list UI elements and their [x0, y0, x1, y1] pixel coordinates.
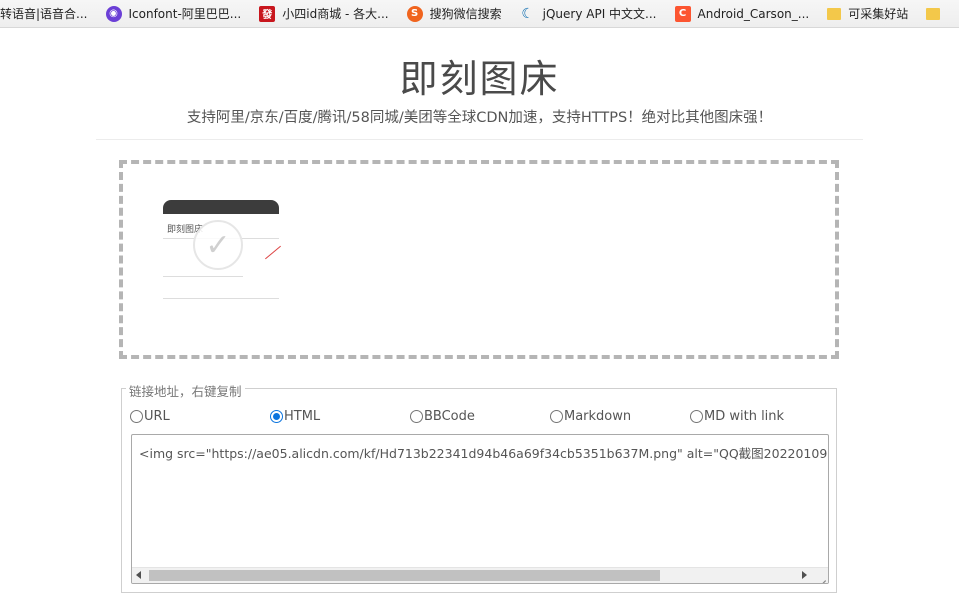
- bookmark-label: 转语音|语音合...: [0, 7, 88, 21]
- format-label: Markdown: [564, 409, 632, 424]
- radio-indicator[interactable]: [270, 410, 283, 423]
- upload-success-check-icon: ✓: [193, 220, 243, 270]
- link-output-textarea[interactable]: <img src="https://ae05.alicdn.com/kf/Hd7…: [131, 434, 829, 584]
- format-radio-markdown[interactable]: Markdown: [550, 409, 631, 424]
- format-radio-html[interactable]: HTML: [270, 409, 320, 424]
- resize-handle-icon[interactable]: [814, 569, 828, 583]
- scroll-left-icon[interactable]: [136, 571, 141, 579]
- format-radio-url[interactable]: URL: [130, 409, 170, 424]
- iconfont-icon: ◉: [105, 5, 122, 22]
- format-options: URL HTML BBCode Markdown MD with link: [130, 409, 830, 427]
- radio-indicator[interactable]: [410, 410, 423, 423]
- bookmark-item[interactable]: ☾ jQuery API 中文文...: [520, 0, 657, 27]
- bookmark-item[interactable]: ◉ Iconfont-阿里巴巴...: [105, 0, 242, 27]
- radio-indicator[interactable]: [690, 410, 703, 423]
- jquery-icon: ☾: [521, 5, 534, 22]
- divider: [96, 139, 863, 140]
- format-label: URL: [144, 409, 170, 424]
- page-subtitle: 支持阿里/京东/百度/腾讯/58同城/美团等全球CDN加速，支持HTTPS！绝对…: [186, 110, 773, 126]
- bookmark-label: 搜狗微信搜索: [429, 7, 502, 21]
- bookmark-label: Android_Carson_...: [697, 6, 810, 21]
- format-radio-bbcode[interactable]: BBCode: [410, 409, 475, 424]
- bookmark-label: 小四id商城 - 各大...: [282, 7, 389, 21]
- bookmark-label: Iconfont-阿里巴巴...: [128, 7, 242, 21]
- bookmark-folder[interactable]: 可采集好站: [827, 0, 909, 27]
- link-output-group: 链接地址，右键复制 URL HTML BBCode Markdown MD wi…: [121, 381, 837, 593]
- bookmarks-bar: 转语音|语音合... ◉ Iconfont-阿里巴巴... 發 小四id商城 -…: [0, 0, 959, 28]
- thumbnail-browser-bar: [163, 200, 279, 214]
- link-group-legend: 链接地址，右键复制: [126, 381, 245, 400]
- format-label: MD with link: [704, 409, 785, 424]
- bookmark-item[interactable]: 转语音|语音合...: [0, 0, 88, 27]
- format-label: HTML: [284, 409, 321, 424]
- format-label: BBCode: [424, 409, 475, 424]
- bookmark-item[interactable]: S 搜狗微信搜索: [406, 0, 502, 27]
- format-radio-md-with-link[interactable]: MD with link: [690, 409, 784, 424]
- horizontal-scrollbar[interactable]: [132, 567, 828, 583]
- sogou-icon: S: [406, 5, 423, 22]
- bookmark-label: 可采集好站: [848, 7, 909, 21]
- thumbnail-line: [163, 276, 243, 277]
- scrollbar-thumb[interactable]: [149, 570, 660, 581]
- bookmark-folder[interactable]: [926, 0, 947, 27]
- scroll-right-icon[interactable]: [802, 571, 807, 579]
- upload-dropzone[interactable]: 即刻图床 ✓: [119, 160, 839, 359]
- page-title: 即刻图床: [399, 57, 560, 101]
- folder-icon: [827, 7, 842, 20]
- radio-indicator[interactable]: [550, 410, 563, 423]
- bookmark-item[interactable]: 發 小四id商城 - 各大...: [259, 0, 389, 27]
- folder-icon: [926, 7, 941, 20]
- bookmark-item[interactable]: C Android_Carson_...: [674, 0, 810, 27]
- csdn-icon: C: [674, 5, 691, 22]
- uploaded-thumbnail[interactable]: 即刻图床 ✓: [159, 200, 283, 320]
- thumbnail-line: [163, 298, 279, 299]
- xiaosi-icon: 發: [259, 5, 276, 22]
- link-output-text[interactable]: <img src="https://ae05.alicdn.com/kf/Hd7…: [139, 443, 828, 462]
- radio-indicator[interactable]: [130, 410, 143, 423]
- bookmark-label: jQuery API 中文文...: [542, 7, 657, 21]
